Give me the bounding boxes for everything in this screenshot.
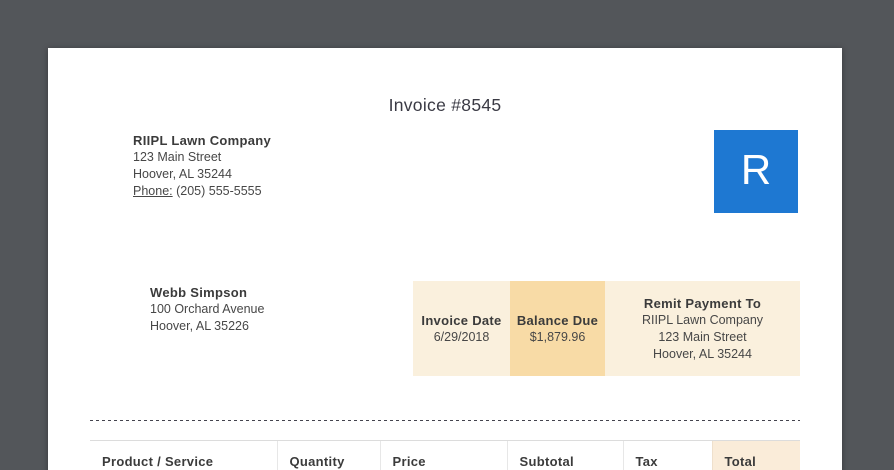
customer-name: Webb Simpson <box>150 284 264 301</box>
company-name: RIIPL Lawn Company <box>133 132 271 149</box>
column-header-price: Price <box>380 441 507 470</box>
phone-value: (205) 555-5555 <box>176 184 261 198</box>
remit-line1: RIIPL Lawn Company <box>642 312 763 329</box>
remit-line3: Hoover, AL 35244 <box>653 346 752 363</box>
dashed-divider <box>90 420 800 421</box>
remit-payment-label: Remit Payment To <box>644 295 761 312</box>
invoice-date-value: 6/29/2018 <box>434 329 490 346</box>
company-phone: Phone: (205) 555-5555 <box>133 183 271 200</box>
invoice-page: Invoice #8545 RIIPL Lawn Company 123 Mai… <box>48 48 842 470</box>
column-header-quantity: Quantity <box>277 441 380 470</box>
company-address-line1: 123 Main Street <box>133 149 271 166</box>
column-header-total: Total <box>712 441 800 470</box>
app-backdrop: Invoice #8545 RIIPL Lawn Company 123 Mai… <box>0 0 894 470</box>
logo-letter-icon: R <box>741 149 771 195</box>
customer-address-line2: Hoover, AL 35226 <box>150 318 264 335</box>
invoice-title: Invoice #8545 <box>48 95 842 116</box>
line-items-table: Product / Service Quantity Price Subtota… <box>90 440 800 470</box>
invoice-date-cell: Invoice Date 6/29/2018 <box>413 281 510 376</box>
invoice-summary-band: Invoice Date 6/29/2018 Balance Due $1,87… <box>413 281 800 376</box>
remit-line2: 123 Main Street <box>658 329 746 346</box>
balance-due-label: Balance Due <box>517 312 598 329</box>
phone-label: Phone: <box>133 184 173 198</box>
balance-due-value: $1,879.96 <box>530 329 586 346</box>
balance-due-cell: Balance Due $1,879.96 <box>510 281 605 376</box>
column-header-subtotal: Subtotal <box>507 441 623 470</box>
column-header-product-service: Product / Service <box>90 441 277 470</box>
company-address-line2: Hoover, AL 35244 <box>133 166 271 183</box>
invoice-date-label: Invoice Date <box>421 312 501 329</box>
company-logo: R <box>714 130 798 213</box>
company-address-block: RIIPL Lawn Company 123 Main Street Hoove… <box>133 132 271 200</box>
table-header-row: Product / Service Quantity Price Subtota… <box>90 441 800 470</box>
column-header-tax: Tax <box>623 441 712 470</box>
customer-address-block: Webb Simpson 100 Orchard Avenue Hoover, … <box>150 284 264 335</box>
customer-address-line1: 100 Orchard Avenue <box>150 301 264 318</box>
remit-payment-cell: Remit Payment To RIIPL Lawn Company 123 … <box>605 281 800 376</box>
